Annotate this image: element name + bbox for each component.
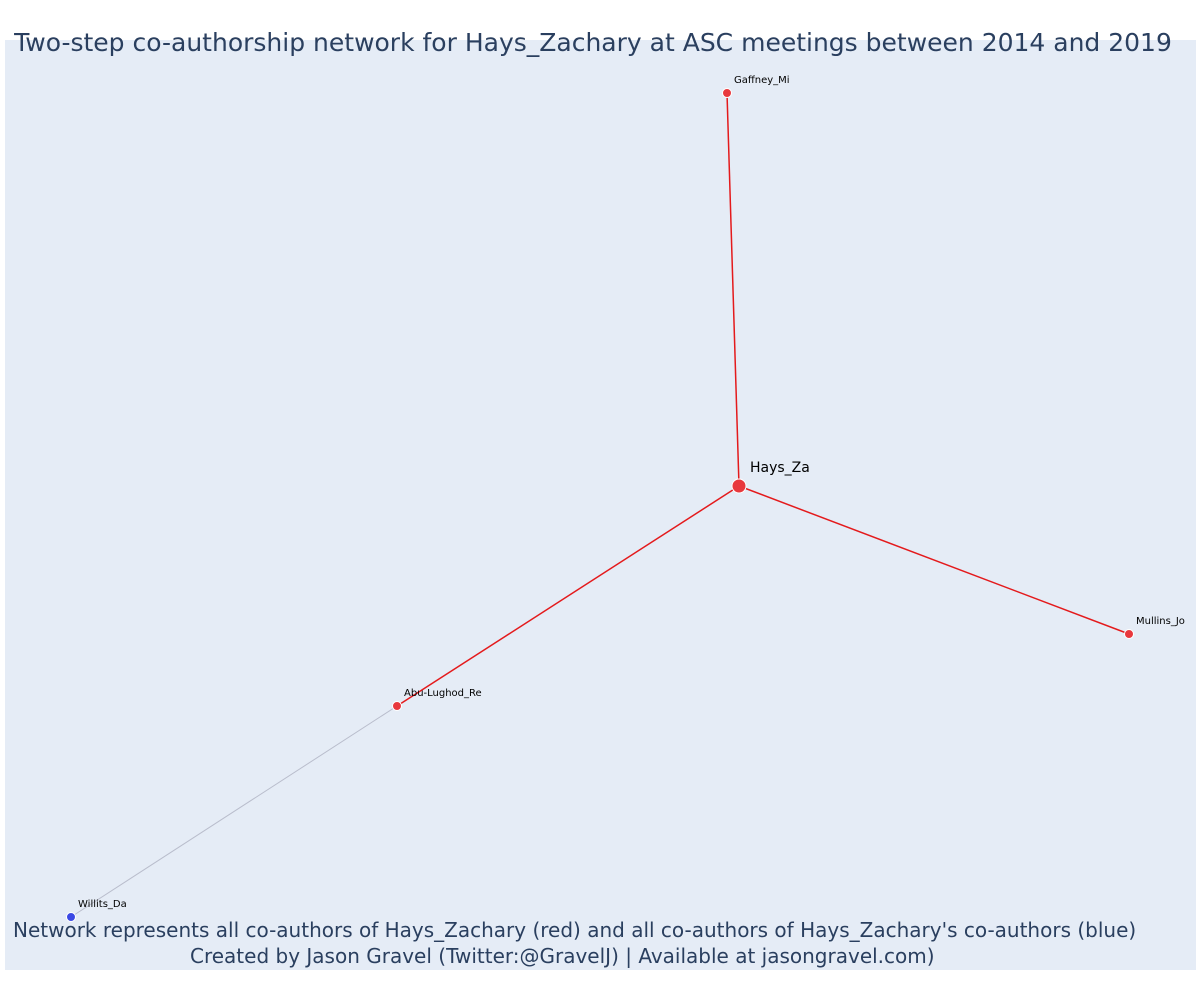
nodes-layer — [66, 88, 1134, 922]
edge-Hays_Za-Abu-Lughod_Re — [396, 485, 740, 707]
chart-title: Two-step co-authorship network for Hays_… — [14, 28, 1172, 57]
node-Mullins_Jo[interactable] — [1124, 629, 1134, 639]
node-label-Willits_Da: Willits_Da — [78, 899, 127, 910]
node-label-Abu-Lughod_Re: Abu-Lughod_Re — [404, 688, 482, 699]
node-label-Mullins_Jo: Mullins_Jo — [1136, 616, 1185, 627]
caption-credits: Created by Jason Gravel (Twitter:@Gravel… — [190, 944, 935, 968]
edge-Abu-Lughod_Re-Willits_Da — [70, 705, 398, 918]
edges-layer — [70, 92, 1130, 918]
network-graph: Hays_Za Gaffney_Mi Mullins_Jo Abu-Lughod_Re… — [66, 75, 1185, 922]
node-Abu-Lughod_Re[interactable] — [392, 701, 402, 711]
node-Gaffney_Mi[interactable] — [722, 88, 732, 98]
edge-Hays_Za-Gaffney_Mi — [726, 92, 740, 487]
caption-description: Network represents all co-authors of Hay… — [13, 918, 1137, 942]
node-label-Gaffney_Mi: Gaffney_Mi — [734, 75, 790, 86]
node-Hays_Za[interactable] — [731, 478, 747, 494]
labels-layer: Hays_Za Gaffney_Mi Mullins_Jo Abu-Lughod_Re… — [78, 75, 1185, 910]
edge-Hays_Za-Mullins_Jo — [738, 485, 1130, 635]
node-label-Hays_Za: Hays_Za — [750, 460, 810, 476]
